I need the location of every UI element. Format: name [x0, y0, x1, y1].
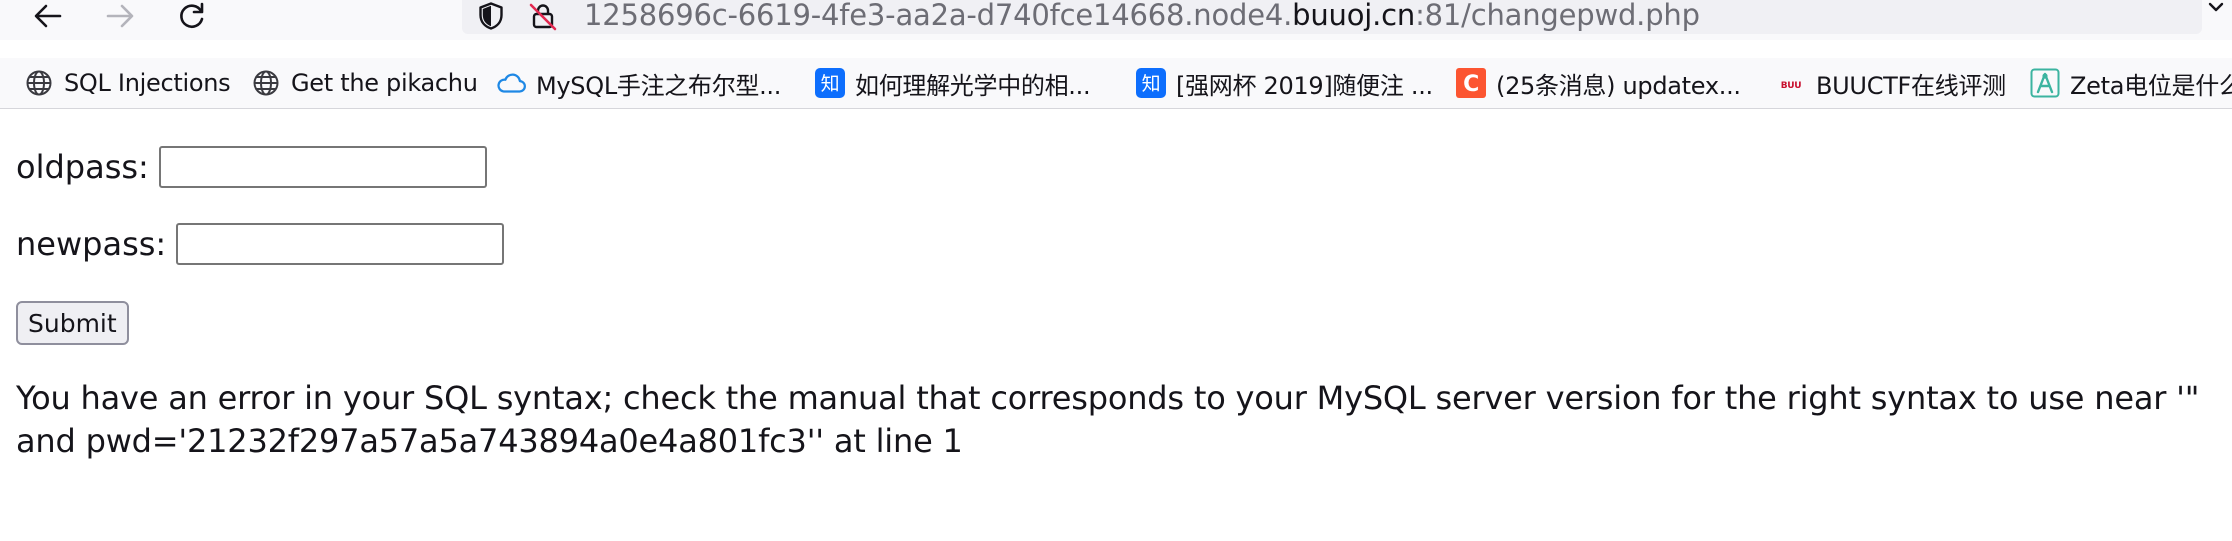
svg-text:BUU: BUU [1781, 81, 1802, 91]
bookmark-label: Zeta电位是什么 [2070, 71, 2232, 100]
reload-button[interactable] [174, 0, 210, 32]
browser-toolbar: 1258696c-6619-4fe3-aa2a-d740fce14668.nod… [0, 0, 2232, 40]
address-bar[interactable]: 1258696c-6619-4fe3-aa2a-d740fce14668.nod… [462, 0, 2202, 34]
lock-slash-icon [529, 3, 557, 31]
chevron-down-icon [2208, 2, 2224, 12]
zhihu-icon: 知 [815, 68, 845, 98]
bookmark-mysql-boolean[interactable]: MySQL手注之布尔型... [496, 64, 781, 102]
bookmark-zeta[interactable]: Zeta电位是什么 [2030, 64, 2232, 102]
newpass-input[interactable] [176, 223, 505, 265]
globe-icon [251, 68, 281, 98]
oldpass-row: oldpass: [16, 146, 487, 188]
forward-button[interactable] [102, 0, 138, 32]
cloud-icon [496, 68, 526, 98]
newpass-label: newpass: [16, 225, 167, 263]
arrow-left-icon [34, 4, 62, 28]
buuctf-icon: BUU [1776, 68, 1806, 98]
bookmark-qwb-2019[interactable]: 知 [强网杯 2019]随便注 ... [1136, 64, 1433, 102]
bookmark-label: [强网杯 2019]随便注 ... [1176, 71, 1433, 100]
insecure-lock-icon[interactable] [528, 0, 558, 32]
globe-icon [24, 68, 54, 98]
url-text[interactable]: 1258696c-6619-4fe3-aa2a-d740fce14668.nod… [584, 0, 1700, 31]
reload-icon [180, 2, 204, 28]
page-content: oldpass: newpass: Submit You have an err… [0, 109, 2232, 541]
bookmark-label: SQL Injections [64, 69, 231, 97]
arrow-right-icon [106, 4, 134, 28]
bookmark-label: (25条消息) updatex... [1496, 71, 1741, 100]
shield-icon [479, 2, 503, 30]
oldpass-input[interactable] [158, 146, 487, 188]
svg-text:知: 知 [821, 73, 840, 95]
submit-button[interactable]: Submit [16, 301, 129, 345]
bookmark-get-the-pikachu[interactable]: Get the pikachu [251, 64, 478, 102]
toolbar-overflow-button[interactable] [2202, 2, 2228, 26]
svg-text:C: C [1463, 72, 1479, 97]
csdn-icon: C [1456, 68, 1486, 98]
bookmark-label: MySQL手注之布尔型... [536, 71, 782, 100]
back-button[interactable] [30, 0, 66, 32]
zeta-icon [2030, 68, 2060, 98]
zhihu-icon: 知 [1136, 68, 1166, 98]
tracking-protection-icon[interactable] [476, 0, 506, 32]
bookmark-zhihu-optics[interactable]: 知 如何理解光学中的相... [815, 64, 1091, 102]
sql-error-message: You have an error in your SQL syntax; ch… [16, 379, 2200, 460]
svg-text:知: 知 [1142, 73, 1161, 95]
bookmark-label: Get the pikachu [291, 69, 478, 97]
bookmark-label: BUUCTF在线评测 [1816, 71, 2006, 100]
bookmarks-toolbar: SQL Injections Get the pikachu MySQL手注之布… [0, 58, 2232, 109]
bookmark-buuctf[interactable]: BUU BUUCTF在线评测 [1776, 64, 2006, 102]
oldpass-label: oldpass: [16, 148, 149, 186]
bookmark-sql-injections[interactable]: SQL Injections [24, 64, 231, 102]
bookmark-label: 如何理解光学中的相... [855, 71, 1091, 100]
bookmark-csdn-updatexml[interactable]: C (25条消息) updatex... [1456, 64, 1741, 102]
newpass-row: newpass: [16, 223, 505, 265]
